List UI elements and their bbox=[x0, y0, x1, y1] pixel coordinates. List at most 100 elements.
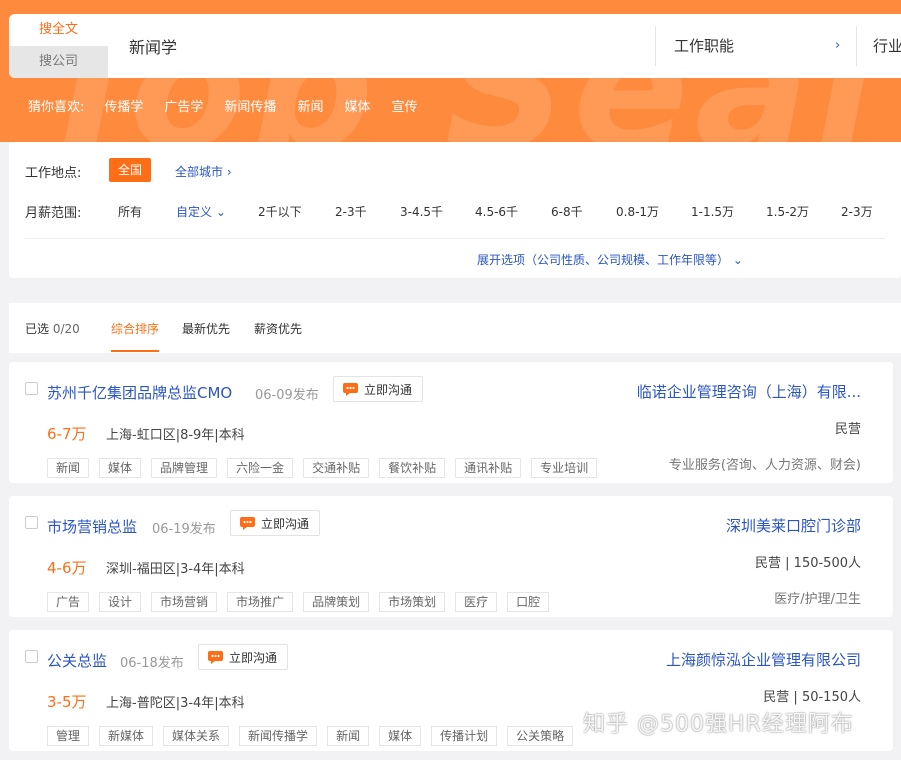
job-title[interactable]: 公关总监 bbox=[47, 650, 107, 671]
job-tag: 设计 bbox=[99, 592, 142, 612]
tab-sort-comprehensive[interactable]: 综合排序 bbox=[111, 320, 159, 337]
job-title[interactable]: 市场营销总监 bbox=[47, 516, 137, 537]
guess-tag[interactable]: 传播学 bbox=[104, 96, 143, 115]
industry-select[interactable]: 行业 bbox=[873, 14, 901, 78]
guess-label: 猜你喜欢: bbox=[28, 99, 85, 115]
company-industry: 专业服务(咨询、人力资源、财会) bbox=[668, 458, 861, 473]
company-type: 民营 | 150-500人 bbox=[755, 556, 861, 571]
search-divider bbox=[655, 26, 656, 66]
job-tag: 口腔 bbox=[507, 592, 550, 612]
salary-option[interactable]: 1.5-2万 bbox=[766, 203, 809, 220]
job-tag: 医疗 bbox=[455, 592, 498, 612]
job-tag: 市场策划 bbox=[379, 592, 446, 612]
job-tag: 新闻 bbox=[47, 458, 90, 478]
job-tag: 六险一金 bbox=[227, 458, 294, 478]
search-divider bbox=[856, 26, 857, 66]
chat-now-button[interactable]: 立即沟通 bbox=[198, 644, 289, 670]
job-tags: 管理 新媒体 媒体关系 新闻传播学 新闻 媒体 传播计划 公关策略 bbox=[47, 726, 583, 746]
job-tag: 品牌管理 bbox=[151, 458, 218, 478]
job-tag: 新闻传播学 bbox=[239, 726, 318, 746]
salary-option[interactable]: 3-4.5千 bbox=[400, 203, 443, 220]
function-select[interactable]: 工作职能 bbox=[674, 14, 854, 78]
company-name[interactable]: 上海颜惊泓企业管理有限公司 bbox=[666, 649, 861, 670]
watermark-text: 知乎 @500强HR经理阿布 bbox=[583, 712, 854, 737]
job-tags: 广告 设计 市场营销 市场推广 品牌策划 市场策划 医疗 口腔 bbox=[47, 592, 559, 612]
salary-option[interactable]: 4.5-6千 bbox=[475, 203, 518, 220]
job-tag: 新闻 bbox=[327, 726, 370, 746]
chat-now-button[interactable]: 立即沟通 bbox=[230, 510, 321, 536]
search-input[interactable] bbox=[129, 14, 649, 78]
tab-sort-newest[interactable]: 最新优先 bbox=[182, 320, 230, 337]
salary-option[interactable]: 0.8-1万 bbox=[616, 203, 659, 220]
search-mode-tabs: 搜全文 搜公司 bbox=[9, 14, 108, 78]
company-name[interactable]: 临诺企业管理咨询（上海）有限... bbox=[637, 381, 861, 402]
job-tags: 新闻 媒体 品牌管理 六险一金 交通补贴 餐饮补贴 通讯补贴 专业培训 bbox=[47, 458, 607, 478]
tab-search-company[interactable]: 搜公司 bbox=[9, 46, 108, 78]
job-tag: 品牌策划 bbox=[303, 592, 370, 612]
selected-count-prefix: 已选 bbox=[25, 322, 53, 336]
salary-custom-dropdown[interactable]: 自定义 ⌄ bbox=[176, 203, 226, 220]
filter-divider bbox=[25, 238, 885, 239]
salary-option[interactable]: 1-1.5万 bbox=[691, 203, 734, 220]
job-tag: 餐饮补贴 bbox=[379, 458, 446, 478]
search-box: 搜全文 搜公司 工作职能 › 行业 bbox=[9, 14, 901, 78]
job-tag: 媒体关系 bbox=[163, 726, 230, 746]
job-tag: 广告 bbox=[47, 592, 90, 612]
job-tag: 市场推广 bbox=[227, 592, 294, 612]
sort-bar: 已选 0/20 综合排序 最新优先 薪资优先 bbox=[9, 303, 901, 353]
chat-bubble-icon bbox=[343, 382, 358, 396]
guess-tag[interactable]: 新闻 bbox=[297, 96, 323, 115]
chat-now-label: 立即沟通 bbox=[261, 516, 310, 531]
job-tag: 媒体 bbox=[99, 458, 142, 478]
company-industry: 医疗/护理/卫生 bbox=[774, 592, 861, 607]
job-title[interactable]: 苏州千亿集团品牌总监CMO bbox=[47, 382, 232, 403]
tab-sort-salary[interactable]: 薪资优先 bbox=[254, 320, 302, 337]
guess-you-like: 猜你喜欢: 传播学 广告学 新闻传播 新闻 媒体 宣传 bbox=[28, 96, 438, 115]
job-meta: 深圳-福田区|3-4年|本科 bbox=[106, 562, 245, 577]
salary-label: 月薪范围: bbox=[25, 206, 82, 221]
job-date: 06-09发布 bbox=[255, 388, 319, 403]
guess-tag[interactable]: 新闻传播 bbox=[224, 96, 276, 115]
salary-option[interactable]: 2千以下 bbox=[258, 203, 302, 220]
company-name[interactable]: 深圳美莱口腔门诊部 bbox=[726, 515, 861, 536]
chevron-right-icon: › bbox=[835, 38, 841, 53]
checkbox-icon[interactable] bbox=[25, 650, 38, 663]
job-meta: 上海-普陀区|3-4年|本科 bbox=[106, 696, 245, 711]
guess-tag[interactable]: 媒体 bbox=[344, 96, 370, 115]
job-tag: 通讯补贴 bbox=[455, 458, 522, 478]
job-tag: 市场营销 bbox=[151, 592, 218, 612]
all-cities-link[interactable]: 全部城市 › bbox=[175, 163, 232, 180]
salary-option[interactable]: 2-3万 bbox=[841, 203, 873, 220]
job-tag: 新媒体 bbox=[99, 726, 154, 746]
chat-bubble-icon bbox=[208, 650, 223, 664]
checkbox-icon[interactable] bbox=[25, 516, 38, 529]
company-type: 民营 | 50-150人 bbox=[763, 690, 861, 705]
job-tag: 交通补贴 bbox=[303, 458, 370, 478]
company-type: 民营 bbox=[834, 422, 861, 437]
job-tag: 传播计划 bbox=[431, 726, 498, 746]
chat-now-button[interactable]: 立即沟通 bbox=[333, 376, 424, 402]
job-date: 06-18发布 bbox=[120, 656, 184, 671]
chat-now-label: 立即沟通 bbox=[229, 650, 278, 665]
job-salary: 4-6万 bbox=[47, 559, 87, 577]
industry-select-label: 行业 bbox=[873, 37, 901, 55]
job-card[interactable]: 市场营销总监 06-19发布 立即沟通 4-6万 深圳-福田区|3-4年|本科 … bbox=[9, 496, 893, 617]
job-date: 06-19发布 bbox=[152, 522, 216, 537]
job-tag: 专业培训 bbox=[531, 458, 598, 478]
guess-tag[interactable]: 宣传 bbox=[391, 96, 417, 115]
job-meta: 上海-虹口区|8-9年|本科 bbox=[106, 428, 245, 443]
active-tab-underline bbox=[111, 350, 159, 352]
salary-option[interactable]: 所有 bbox=[118, 203, 142, 220]
expand-options-link[interactable]: 展开选项（公司性质、公司规模、工作年限等） ⌄ bbox=[477, 251, 743, 268]
salary-option[interactable]: 2-3千 bbox=[335, 203, 367, 220]
selected-count: 已选 0/20 bbox=[25, 320, 80, 337]
tab-search-fulltext[interactable]: 搜全文 bbox=[9, 14, 108, 46]
job-card[interactable]: 苏州千亿集团品牌总监CMO 06-09发布 立即沟通 6-7万 上海-虹口区|8… bbox=[9, 362, 893, 483]
checkbox-icon[interactable] bbox=[25, 382, 38, 395]
job-tag: 公关策略 bbox=[507, 726, 574, 746]
chat-bubble-icon bbox=[240, 516, 255, 530]
guess-tag[interactable]: 广告学 bbox=[164, 96, 203, 115]
location-all-button[interactable]: 全国 bbox=[109, 158, 151, 182]
salary-option[interactable]: 6-8千 bbox=[551, 203, 583, 220]
chat-now-label: 立即沟通 bbox=[364, 382, 413, 397]
